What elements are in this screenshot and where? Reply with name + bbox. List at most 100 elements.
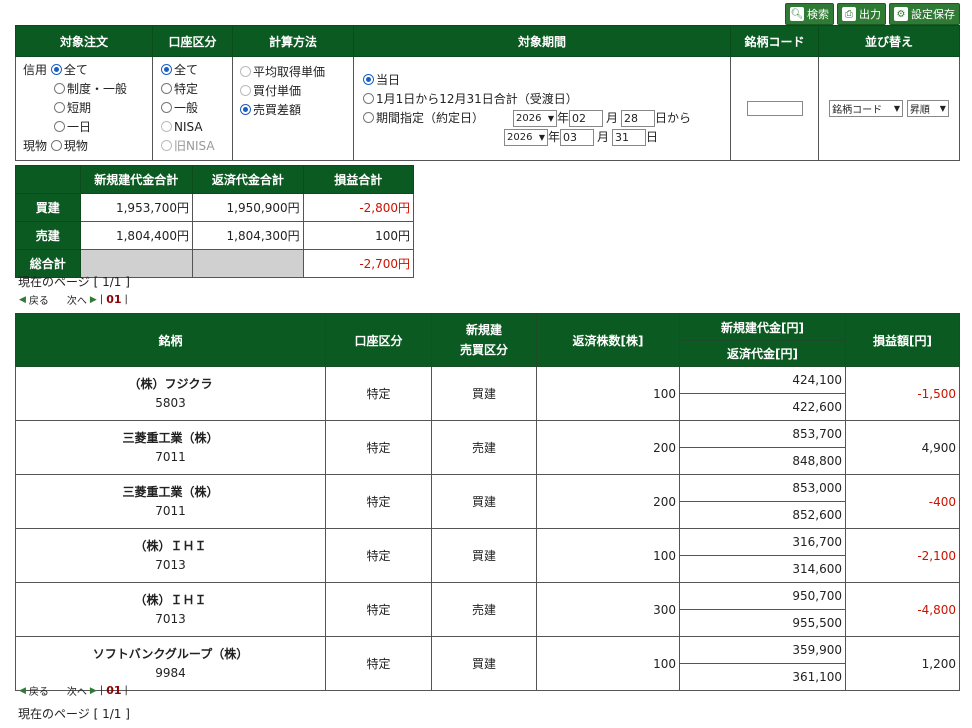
radio-disabled — [161, 121, 172, 132]
settle-amount: 848,800 — [679, 447, 846, 475]
from-month-input[interactable]: 02 — [569, 109, 604, 127]
radio-selected — [240, 104, 251, 115]
settle-amount: 852,600 — [679, 501, 846, 529]
stock-name-cell: （株）ＩＨＩ 7013 — [15, 528, 326, 583]
stock-name[interactable]: （株）ＩＨＩ — [17, 591, 324, 610]
profit-loss: -4,800 — [845, 582, 960, 637]
code-header: 銘柄コード — [730, 25, 819, 57]
option-label: 短期 — [67, 101, 92, 115]
sort-order-select[interactable]: 昇順 ▼ — [906, 100, 949, 117]
radio — [161, 102, 172, 113]
account-options: 全て 特定 一般 NISA 旧NISA — [152, 56, 233, 161]
order-oneday[interactable]: 一日 — [23, 118, 151, 137]
account-type: 特定 — [325, 420, 432, 475]
page-number-link[interactable]: 01 — [106, 684, 121, 697]
new-amount: 316,700 — [679, 528, 846, 556]
account-header: 口座区分 — [152, 25, 233, 57]
col-account: 口座区分 — [325, 313, 432, 367]
order-system[interactable]: 制度・一般 — [23, 80, 151, 99]
triangle-right-icon: ▶ — [89, 294, 97, 305]
page-info-top: 現在のページ [ 1/1 ] — [18, 275, 130, 289]
option-label: 一般 — [174, 101, 199, 115]
select-value: 銘柄コード — [832, 105, 883, 116]
next-link[interactable]: 次へ — [67, 292, 87, 307]
to-month-input[interactable]: 03 — [560, 128, 595, 146]
table-row: （株）フジクラ 5803 特定 買建 100 424,100 -1,500 — [15, 366, 960, 421]
search-button[interactable]: 🔍︎ 検索 — [785, 3, 834, 25]
order-header: 対象注文 — [15, 25, 153, 57]
col-name: 銘柄 — [15, 313, 326, 367]
radio — [54, 121, 65, 132]
stock-name[interactable]: （株）フジクラ — [17, 375, 324, 394]
settle-qty: 200 — [536, 420, 680, 475]
calc-avg: 平均取得単価 — [240, 63, 352, 82]
prev-link[interactable]: 戻る — [29, 683, 49, 698]
option-label: 1月1日から12月31日合計（受渡日） — [376, 91, 578, 106]
stock-name-cell: （株）フジクラ 5803 — [15, 366, 326, 421]
page-number-link[interactable]: 01 — [106, 293, 121, 306]
stock-name[interactable]: ソフトバンクグループ（株） — [17, 645, 324, 664]
order-short[interactable]: 短期 — [23, 99, 151, 118]
prev-link[interactable]: 戻る — [29, 292, 49, 307]
account-type: 特定 — [325, 636, 432, 691]
option-label: 期間指定（約定日） — [376, 110, 485, 125]
account-tokutei[interactable]: 特定 — [161, 80, 231, 99]
pager-divider: | — [99, 685, 104, 696]
stock-code: 5803 — [155, 395, 186, 410]
option-label: 売買差額 — [253, 103, 302, 117]
next-link[interactable]: 次へ — [67, 683, 87, 698]
option-label: 当日 — [376, 72, 401, 87]
sort-field-select[interactable]: 銘柄コード ▼ — [829, 100, 904, 117]
stock-code: 7013 — [155, 557, 186, 572]
settle-qty: 300 — [536, 582, 680, 637]
profit-loss: 1,200 — [845, 636, 960, 691]
summary-settle-value: 1,950,900円 — [192, 193, 304, 222]
output-button-label: 出力 — [859, 8, 881, 21]
stock-name[interactable]: （株）ＩＨＩ — [17, 537, 324, 556]
search-button-label: 検索 — [807, 8, 829, 21]
to-day-input[interactable]: 31 — [612, 128, 647, 146]
from-day-input[interactable]: 28 — [621, 109, 656, 127]
radio-selected — [50, 64, 62, 75]
credit-prefix: 信用 — [23, 63, 48, 77]
radio — [363, 92, 374, 104]
order-credit-all[interactable]: 信用 全て — [23, 61, 151, 80]
period-range[interactable]: 期間指定（約定日） 2026 ▼ 年 02 月 28 日から — [363, 109, 729, 128]
to-year-select[interactable]: 2026 ▼ — [504, 128, 548, 146]
unit-label: 月 — [606, 110, 619, 125]
settle-qty: 100 — [536, 528, 680, 583]
code-cell — [730, 56, 819, 161]
from-year-select[interactable]: 2026 ▼ — [513, 109, 557, 127]
new-amount: 359,900 — [679, 636, 846, 664]
order-cash[interactable]: 現物 現物 — [23, 137, 151, 156]
account-all[interactable]: 全て — [161, 61, 231, 80]
cash-prefix: 現物 — [23, 139, 48, 153]
settle-qty: 100 — [536, 636, 680, 691]
page-info-bottom: 現在のページ [ 1/1 ] — [18, 707, 130, 721]
period-options: 当日 1月1日から12月31日合計（受渡日） 期間指定（約定日） 2026 ▼ 年 0… — [353, 56, 731, 161]
triangle-left-icon: ◀ — [19, 294, 26, 305]
trade-side: 売建 — [431, 420, 537, 475]
option-label: 買付単価 — [253, 84, 302, 98]
period-today[interactable]: 当日 — [363, 71, 729, 90]
results-table: 銘柄 口座区分 新規建 売買区分 返済株数[株] 新規建代金[円] 損益額[円]… — [15, 313, 960, 691]
radio-disabled — [240, 66, 251, 77]
pager-top: ◀ 戻る 次へ ▶ | 01 | — [19, 292, 128, 307]
profit-loss: -2,100 — [845, 528, 960, 583]
stock-name[interactable]: 三菱重工業（株） — [17, 483, 324, 502]
period-year[interactable]: 1月1日から12月31日合計（受渡日） — [363, 90, 729, 109]
account-ippan[interactable]: 一般 — [161, 99, 231, 118]
new-amount: 424,100 — [679, 366, 846, 394]
pager-bottom: ◀ 戻る 次へ ▶ | 01 | — [19, 683, 128, 698]
save-settings-button[interactable]: ⚙ 設定保存 — [889, 3, 960, 25]
calc-buy: 買付単価 — [240, 82, 352, 101]
output-button[interactable]: ⎙ 出力 — [837, 3, 886, 25]
unit-label: 日 — [646, 129, 659, 144]
code-input[interactable] — [746, 101, 803, 116]
summary-empty-cell — [192, 249, 304, 278]
profit-loss: 4,900 — [845, 420, 960, 475]
calc-diff[interactable]: 売買差額 — [240, 101, 352, 120]
table-row: ソフトバンクグループ（株） 9984 特定 買建 100 359,900 1,200 — [15, 636, 960, 691]
option-label: 現物 — [63, 139, 88, 153]
stock-name[interactable]: 三菱重工業（株） — [17, 429, 324, 448]
